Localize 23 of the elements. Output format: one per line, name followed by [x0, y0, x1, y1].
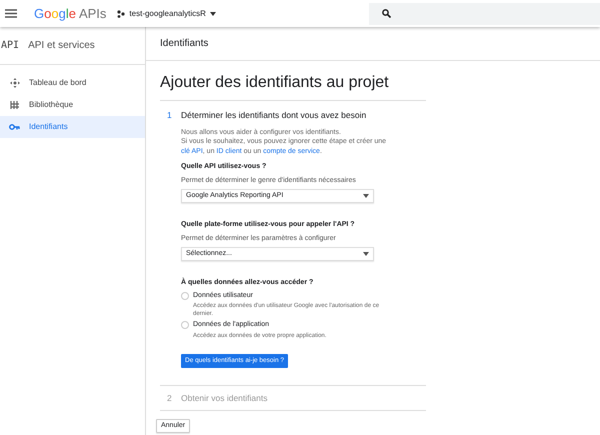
step-heading: 1 Déterminer les identifiants dont vous avez besoin: [166, 109, 368, 122]
api-label: API: [1, 39, 20, 53]
project-selector[interactable]: test-googleanalyticsR: [117, 8, 216, 20]
google-apis-logo[interactable]: Google APIs: [34, 4, 106, 24]
dropdown-caret-icon: [363, 252, 369, 256]
dropdown-caret-icon: [363, 194, 369, 198]
search-icon: [382, 9, 391, 18]
sidebar-item[interactable]: Bibliothèque: [0, 94, 145, 116]
radio-button[interactable]: [181, 321, 189, 330]
menu-icon[interactable]: [5, 9, 17, 18]
library-icon: [10, 100, 20, 110]
sidebar-item[interactable]: Identifiants: [0, 116, 145, 138]
page-header: Identifiants: [160, 37, 208, 52]
caret-icon: [210, 12, 216, 16]
radio-button[interactable]: [181, 292, 189, 300]
sidebar-item[interactable]: Tableau de bord: [0, 72, 145, 94]
project-icon: [117, 10, 126, 18]
sidebar-title: API et services: [28, 39, 95, 53]
dashboard-icon: [10, 78, 20, 88]
step-heading: 2 Obtenir vos identifiants: [160, 386, 426, 411]
search-field[interactable]: [368, 2, 600, 24]
page-title: Ajouter des identifiants au projet: [160, 71, 426, 102]
key-icon: [9, 123, 20, 131]
